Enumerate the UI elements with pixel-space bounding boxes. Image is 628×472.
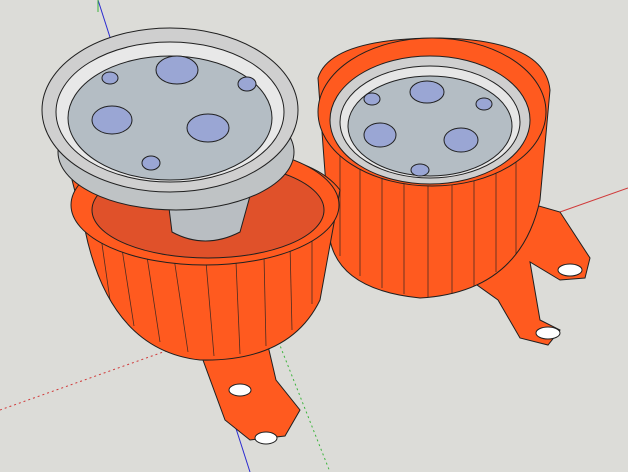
right-hole-6 xyxy=(410,163,430,177)
right-hole-5 xyxy=(443,127,479,153)
right-hole-1 xyxy=(409,80,445,104)
right-hole-2 xyxy=(363,92,381,106)
right-holder[interactable] xyxy=(317,37,591,346)
left-hole-4 xyxy=(91,105,133,135)
right-tab-hole-2 xyxy=(535,326,561,340)
left-hole-2 xyxy=(101,71,119,85)
left-tab-hole-2 xyxy=(254,431,278,445)
right-hole-4 xyxy=(363,122,397,148)
3d-viewport[interactable] xyxy=(0,0,628,472)
left-hole-3 xyxy=(237,76,257,92)
right-hole-3 xyxy=(475,97,493,111)
left-hole-1 xyxy=(155,55,199,85)
left-holder[interactable] xyxy=(41,27,341,445)
left-hole-5 xyxy=(186,113,230,143)
left-hole-6 xyxy=(141,155,161,171)
left-tab-hole-1 xyxy=(228,383,252,397)
model-canvas[interactable] xyxy=(0,0,628,472)
right-tab-hole-1 xyxy=(557,263,583,277)
red-axis-right xyxy=(559,187,628,213)
